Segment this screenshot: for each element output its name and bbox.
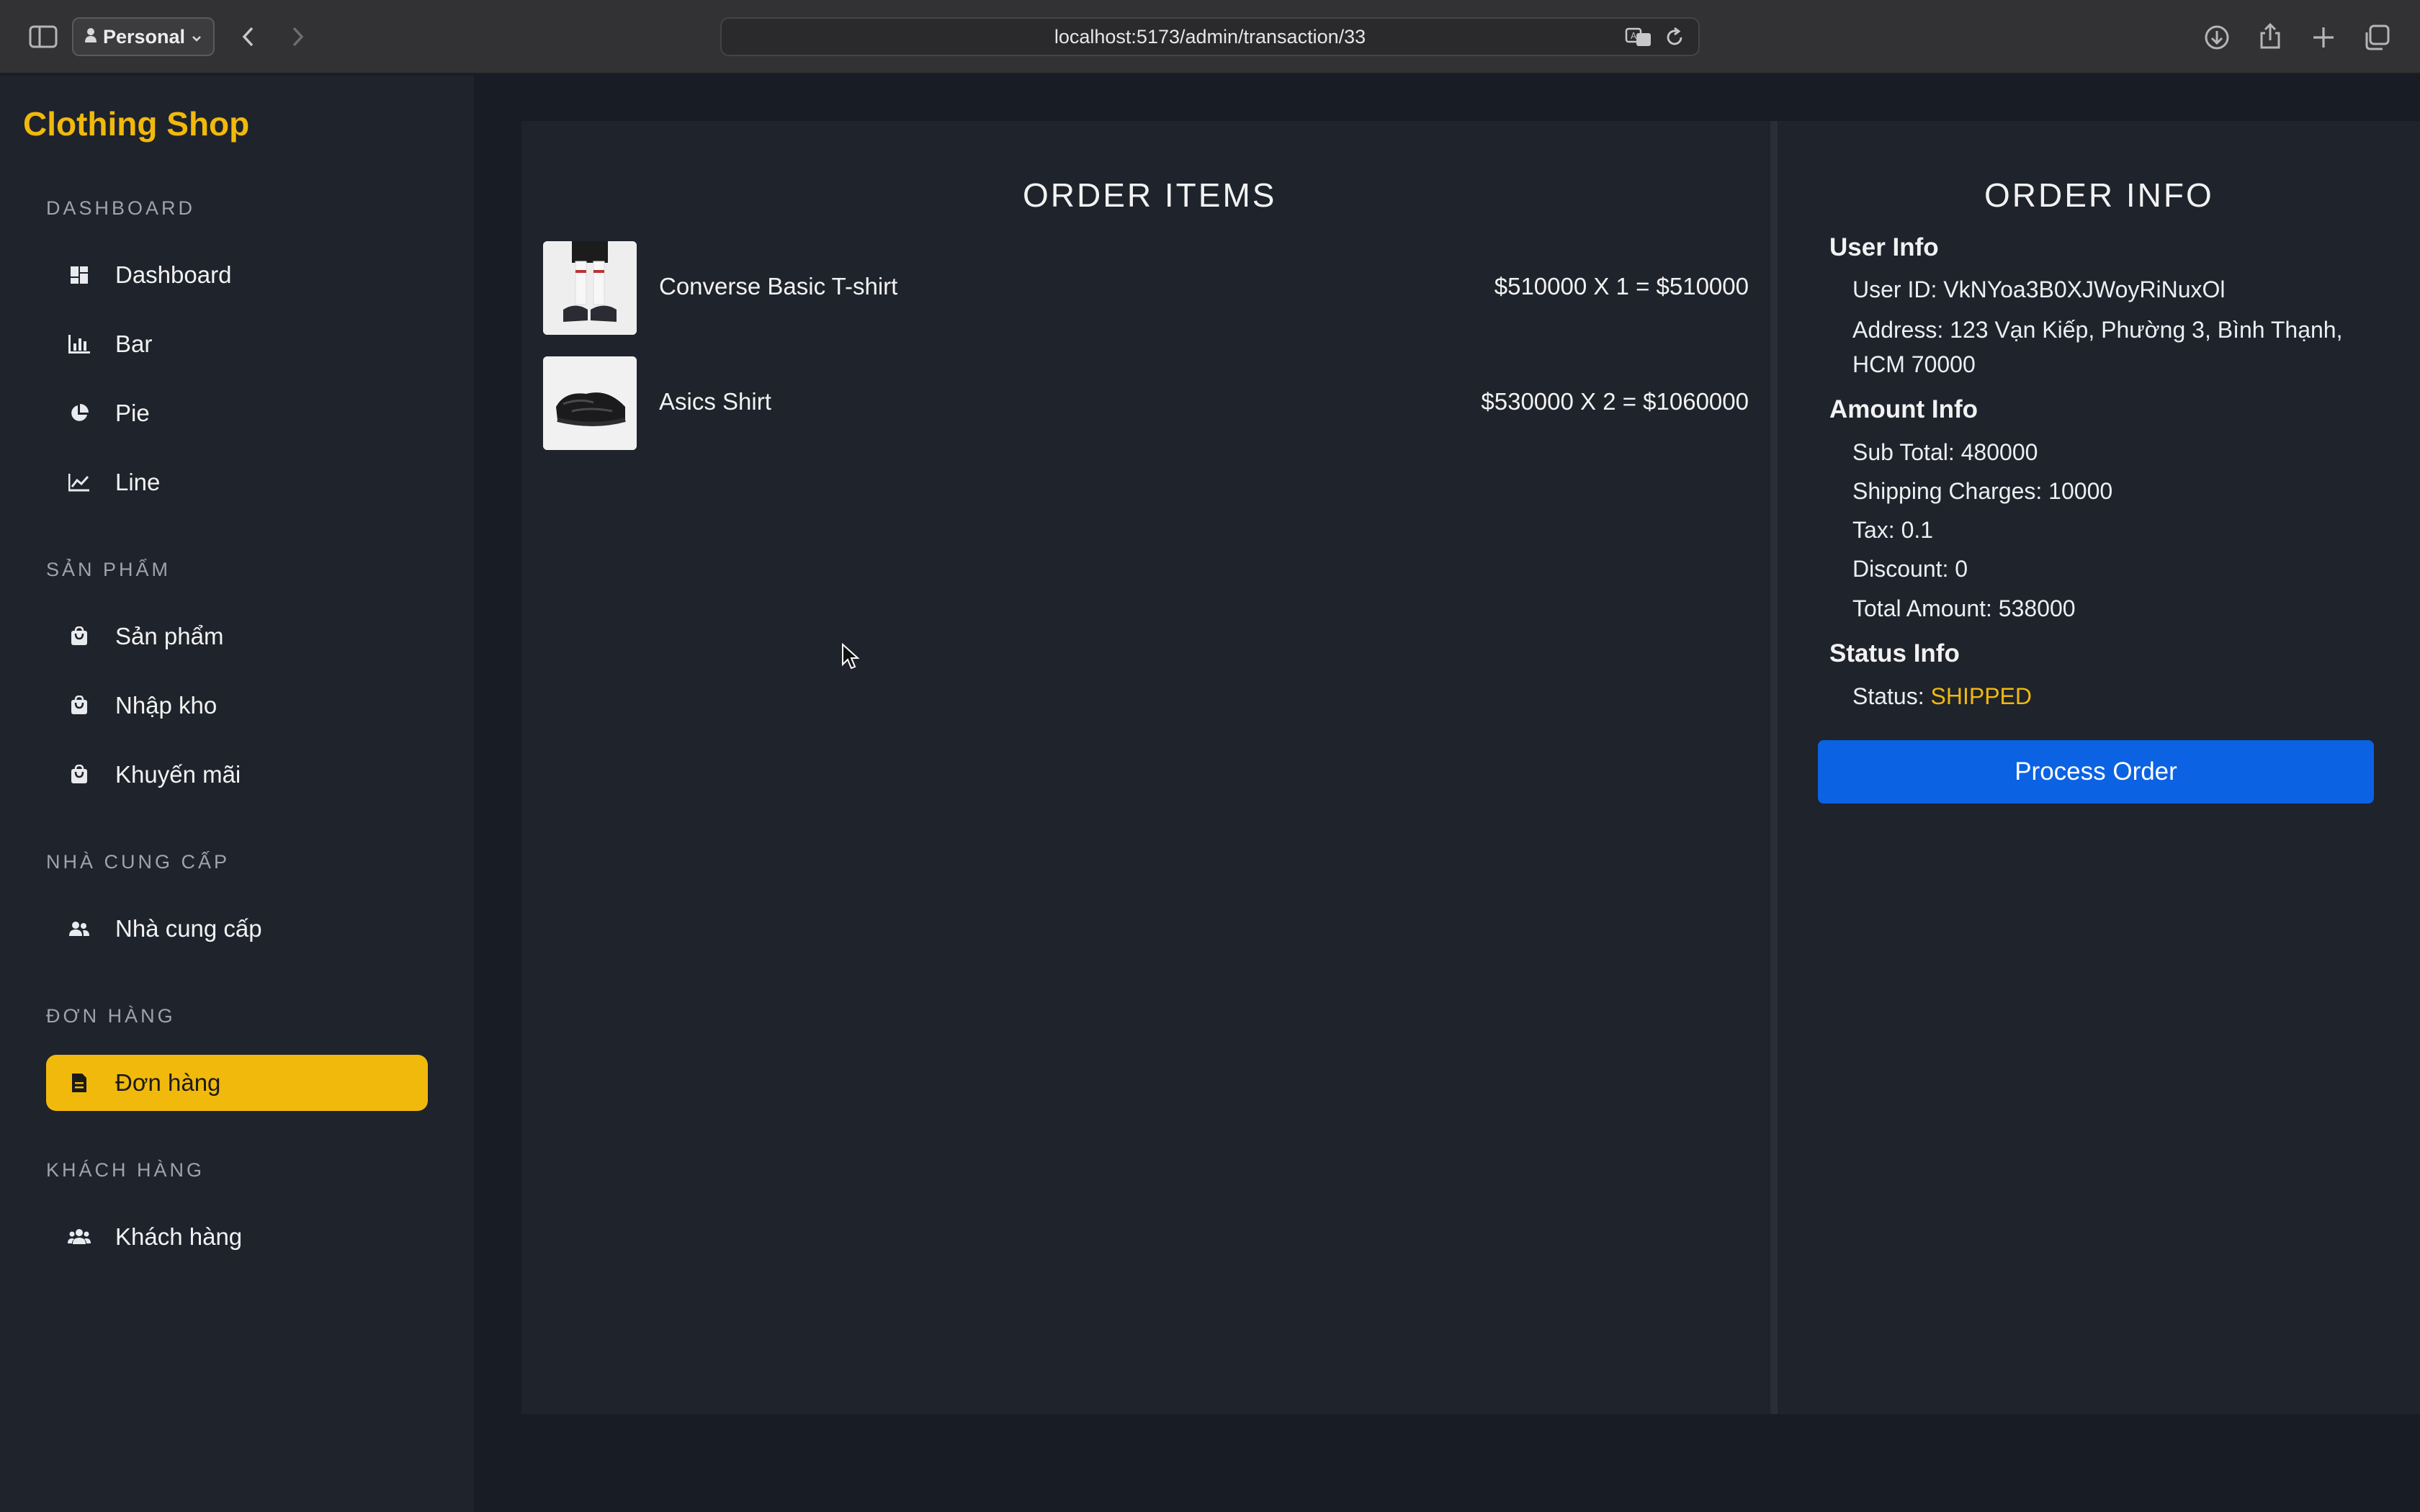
person-icon <box>84 26 97 48</box>
share-icon[interactable] <box>2254 20 2286 52</box>
order-item-row: Asics Shirt $530000 X 2 = $1060000 <box>543 356 1749 450</box>
line-chart-icon <box>68 471 91 494</box>
profile-label: Personal <box>102 25 186 48</box>
download-icon[interactable] <box>2201 22 2233 53</box>
address-line-2: HCM 70000 <box>1852 351 1976 377</box>
mouse-cursor-icon <box>841 642 860 674</box>
pie-chart-icon <box>68 402 91 425</box>
forward-icon[interactable] <box>285 22 311 52</box>
profile-button[interactable]: Personal <box>72 17 215 56</box>
status-badge: SHIPPED <box>1930 683 2032 709</box>
discount: Discount: 0 <box>1852 556 1968 582</box>
browser-toolbar: Personal localhost:5173/admin/transactio… <box>0 0 2420 74</box>
sidebar-item-pie[interactable]: Pie <box>46 385 428 441</box>
url-text: localhost:5173/admin/transaction/33 <box>1054 25 1366 48</box>
section-label-san-pham: SẢN PHẨM <box>46 559 171 580</box>
section-label-don-hang: ĐƠN HÀNG <box>46 1005 176 1027</box>
sidebar-item-label: Nhà cung cấp <box>115 915 262 942</box>
sidebar-item-khach-hang[interactable]: Khách hàng <box>46 1209 428 1265</box>
address-bar[interactable]: localhost:5173/admin/transaction/33 A <box>720 17 1700 56</box>
panel-divider <box>1770 121 1778 1414</box>
status-line: Status: SHIPPED <box>1852 679 2032 714</box>
total-amount: Total Amount: 538000 <box>1852 595 2076 621</box>
section-label-dashboard: DASHBOARD <box>46 197 196 219</box>
sidebar-item-label: Khách hàng <box>115 1223 243 1250</box>
order-item-row: Converse Basic T-shirt $510000 X 1 = $51… <box>543 241 1749 335</box>
sidebar-item-line[interactable]: Line <box>46 454 428 510</box>
shopping-bag-icon <box>68 763 91 786</box>
sidebar-item-dashboard[interactable]: Dashboard <box>46 247 428 303</box>
sidebar-item-label: Pie <box>115 400 150 426</box>
shopping-bag-icon <box>68 694 91 717</box>
sidebar-item-bar[interactable]: Bar <box>46 316 428 372</box>
brand-title[interactable]: Clothing Shop <box>23 104 249 143</box>
reload-icon[interactable] <box>1664 26 1685 54</box>
status-info-heading: Status Info <box>1829 639 1960 667</box>
section-label-nha-cung-cap: NHÀ CUNG CẤP <box>46 851 230 873</box>
item-price: $510000 X 1 = $510000 <box>1494 273 1749 300</box>
chevron-down-icon <box>191 26 202 48</box>
tab-overview-icon[interactable] <box>2361 22 2393 53</box>
sidebar-item-label: Line <box>115 469 161 495</box>
sidebar-item-label: Dashboard <box>115 261 232 288</box>
tax: Tax: 0.1 <box>1852 517 1934 543</box>
section-label-khach-hang: KHÁCH HÀNG <box>46 1159 205 1181</box>
item-name: Converse Basic T-shirt <box>659 273 898 300</box>
product-thumbnail <box>543 356 637 450</box>
sub-total: Sub Total: 480000 <box>1852 439 2038 465</box>
status-label: Status: <box>1852 683 1931 709</box>
sidebar-toggle-icon[interactable] <box>26 22 60 52</box>
back-icon[interactable] <box>235 22 261 52</box>
process-order-button[interactable]: Process Order <box>1818 740 2374 804</box>
amount-info-heading: Amount Info <box>1829 395 1978 423</box>
order-info-title: ORDER INFO <box>1984 176 2214 214</box>
people-icon <box>68 917 91 940</box>
sidebar-item-label: Sản phẩm <box>115 623 224 649</box>
sidebar-item-khuyen-mai[interactable]: Khuyến mãi <box>46 747 428 803</box>
user-info-heading: User Info <box>1829 233 1939 261</box>
svg-text:A: A <box>1631 31 1637 41</box>
shopping-bag-icon <box>68 625 91 648</box>
user-id: User ID: VkNYoa3B0XJWoyRiNuxOl <box>1852 276 2226 302</box>
receipt-icon <box>68 1071 91 1094</box>
bar-chart-icon <box>68 333 91 356</box>
sidebar-item-don-hang[interactable]: Đơn hàng <box>46 1055 428 1111</box>
sidebar-item-san-pham[interactable]: Sản phẩm <box>46 608 428 665</box>
sidebar-item-label: Khuyến mãi <box>115 761 241 788</box>
sidebar-item-label: Đơn hàng <box>115 1069 221 1096</box>
sidebar-item-nha-cung-cap[interactable]: Nhà cung cấp <box>46 901 428 957</box>
address-line-1: Address: 123 Vạn Kiếp, Phường 3, Bình Th… <box>1852 317 2343 343</box>
order-items-title: ORDER ITEMS <box>1023 176 1277 214</box>
product-thumbnail <box>543 241 637 335</box>
shipping-charges: Shipping Charges: 10000 <box>1852 478 2113 504</box>
translate-icon[interactable]: A <box>1625 26 1654 54</box>
sidebar-item-nhap-kho[interactable]: Nhập kho <box>46 678 428 734</box>
new-tab-icon[interactable] <box>2308 22 2339 53</box>
dashboard-icon <box>68 264 91 287</box>
sidebar-item-label: Bar <box>115 330 153 357</box>
group-icon <box>68 1225 91 1248</box>
item-name: Asics Shirt <box>659 388 771 415</box>
sidebar-item-label: Nhập kho <box>115 692 218 719</box>
item-price: $530000 X 2 = $1060000 <box>1481 388 1749 415</box>
